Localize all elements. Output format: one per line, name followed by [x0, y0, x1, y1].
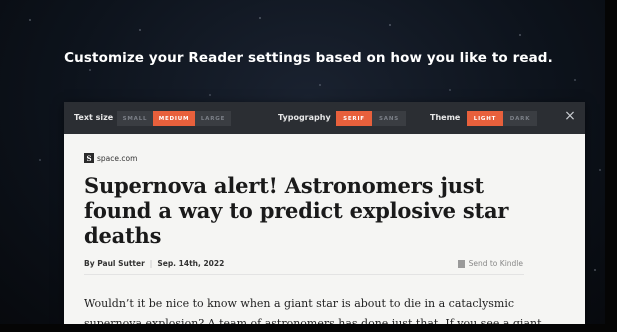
text-size-selector: SMALL MEDIUM LARGE — [117, 111, 231, 126]
publish-date: Sep. 14th, 2022 — [157, 259, 225, 268]
author-name: By Paul Sutter — [84, 259, 145, 268]
article-body-line: Wouldn’t it be nice to know when a giant… — [84, 297, 515, 310]
text-size-label: Text size — [74, 113, 114, 122]
text-size-large-option[interactable]: LARGE — [195, 111, 231, 126]
reader-settings-toolbar: Text size SMALL MEDIUM LARGE Typography … — [64, 102, 585, 134]
divider — [84, 274, 524, 275]
article-source[interactable]: S space.com — [84, 153, 137, 163]
article-title: Supernova alert! Astronomers just found … — [84, 173, 509, 248]
text-size-medium-option[interactable]: MEDIUM — [153, 111, 195, 126]
source-name: space.com — [97, 153, 138, 163]
window-edge-bottom — [0, 324, 617, 332]
send-to-kindle-label: Send to Kindle — [468, 259, 523, 268]
typography-serif-option[interactable]: SERIF — [336, 111, 372, 126]
promo-headline: Customize your Reader settings based on … — [64, 50, 553, 66]
send-to-kindle-button[interactable]: Send to Kindle — [457, 259, 523, 268]
source-logo-icon: S — [84, 153, 94, 163]
theme-label: Theme — [430, 113, 461, 122]
typography-selector: SERIF SANS — [336, 111, 406, 126]
text-size-small-option[interactable]: SMALL — [117, 111, 153, 126]
typography-sans-option[interactable]: SANS — [372, 111, 406, 126]
typography-label: Typography — [278, 113, 331, 122]
theme-dark-option[interactable]: DARK — [503, 111, 537, 126]
byline: By Paul Sutter | Sep. 14th, 2022 — [84, 259, 224, 268]
theme-light-option[interactable]: LIGHT — [467, 111, 503, 126]
close-icon[interactable]: × — [563, 109, 577, 123]
theme-selector: LIGHT DARK — [467, 111, 537, 126]
kindle-icon — [457, 259, 465, 268]
byline-separator: | — [149, 259, 153, 268]
reader-view: Text size SMALL MEDIUM LARGE Typography … — [64, 102, 585, 332]
